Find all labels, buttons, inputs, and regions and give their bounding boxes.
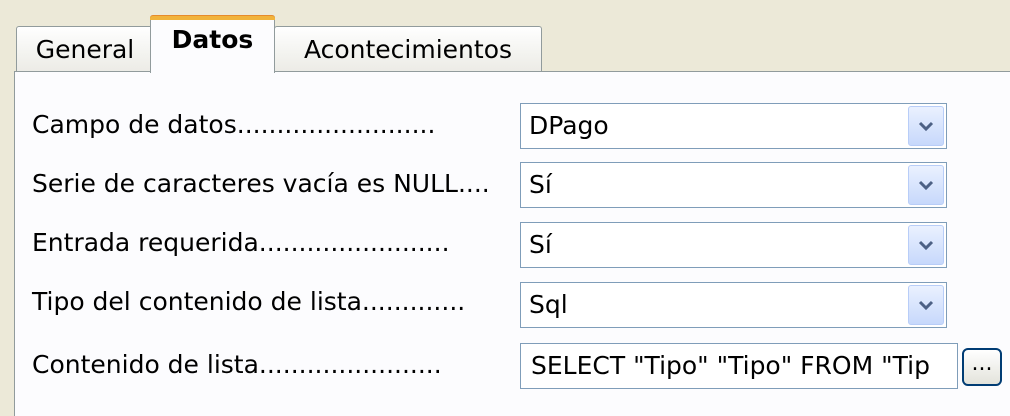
entrada-requerida-value: Sí [529,230,552,259]
tipo-contenido-lista-dropdown[interactable]: Sql [520,282,947,328]
serie-vacia-null-label: Serie de caracteres vacía es NULL.... [32,169,490,198]
tab-general-label: General [35,35,135,64]
contenido-lista-value: SELECT "Tipo" "Tipo" FROM "Tip [531,351,930,380]
contenido-lista-input[interactable]: SELECT "Tipo" "Tipo" FROM "Tip [520,343,958,389]
tipo-contenido-lista-dropdown-button[interactable] [908,285,944,325]
campo-de-datos-value: DPago [529,111,609,140]
campo-de-datos-dropdown[interactable]: DPago [520,103,947,149]
tab-datos[interactable]: Datos [150,15,275,73]
chevron-down-icon [918,121,934,132]
tab-datos-label: Datos [171,25,254,54]
tab-acontecimientos-label: Acontecimientos [303,35,513,64]
chevron-down-icon [918,240,934,251]
contenido-lista-label: Contenido de lista......................… [32,350,442,379]
properties-dialog: General Datos Acontecimientos Campo de d… [0,0,1010,416]
entrada-requerida-dropdown[interactable]: Sí [520,222,947,268]
chevron-down-icon [918,300,934,311]
serie-vacia-null-dropdown-button[interactable] [908,165,944,205]
chevron-down-icon [918,180,934,191]
tipo-contenido-lista-label: Tipo del contenido de lista............. [32,287,466,316]
campo-de-datos-dropdown-button[interactable] [908,106,944,146]
contenido-lista-browse-button[interactable]: ... [962,348,1002,386]
campo-de-datos-label: Campo de datos......................... [32,110,436,139]
entrada-requerida-dropdown-button[interactable] [908,225,944,265]
serie-vacia-null-dropdown[interactable]: Sí [520,162,947,208]
serie-vacia-null-value: Sí [529,170,552,199]
tipo-contenido-lista-value: Sql [529,290,568,319]
tab-general[interactable]: General [16,26,154,72]
entrada-requerida-label: Entrada requerida.......................… [32,228,450,257]
active-tab-highlight [150,15,275,20]
tab-acontecimientos[interactable]: Acontecimientos [274,26,542,72]
